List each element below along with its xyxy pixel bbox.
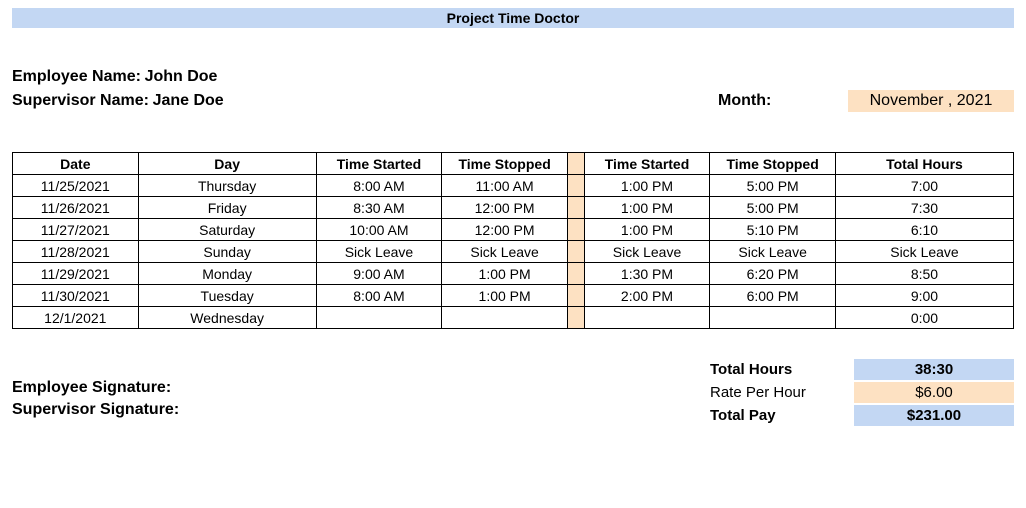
cell-date: 11/29/2021 [13,263,139,285]
cell-day: Tuesday [138,285,316,307]
col-day: Day [138,153,316,175]
table-row: 12/1/2021Wednesday 0:00 [13,307,1014,329]
cell-stop1: 12:00 PM [442,197,568,219]
row-spacer [567,263,584,285]
cell-start1: 10:00 AM [316,219,442,241]
table-header-row: Date Day Time Started Time Stopped Time … [13,153,1014,175]
row-spacer [567,197,584,219]
cell-date: 11/28/2021 [13,241,139,263]
cell-start1: 8:30 AM [316,197,442,219]
employee-name-label: Employee Name: [12,68,141,86]
table-row: 11/28/2021SundaySick LeaveSick LeaveSick… [13,241,1014,263]
cell-day: Monday [138,263,316,285]
cell-stop2: 5:00 PM [710,175,836,197]
cell-start1: 8:00 AM [316,175,442,197]
cell-date: 11/27/2021 [13,219,139,241]
row-spacer [567,241,584,263]
cell-start2: 1:00 PM [584,175,710,197]
cell-total: 0:00 [835,307,1013,329]
cell-start1: Sick Leave [316,241,442,263]
cell-start1: 9:00 AM [316,263,442,285]
month-label: Month: [718,92,838,110]
cell-total: 7:00 [835,175,1013,197]
table-row: 11/29/2021Monday9:00 AM1:00 PM 1:30 PM6:2… [13,263,1014,285]
cell-date: 11/30/2021 [13,285,139,307]
row-spacer [567,219,584,241]
cell-stop1: 11:00 AM [442,175,568,197]
cell-stop2: 6:20 PM [710,263,836,285]
cell-start2: 1:30 PM [584,263,710,285]
cell-date: 11/25/2021 [13,175,139,197]
row-spacer [567,285,584,307]
table-row: 11/30/2021Tuesday8:00 AM1:00 PM 2:00 PM6:… [13,285,1014,307]
timesheet-document: Project Time Doctor Employee Name: John … [0,0,1026,446]
cell-start2 [584,307,710,329]
col-time-stopped-2: Time Stopped [710,153,836,175]
cell-start1 [316,307,442,329]
cell-stop1: 12:00 PM [442,219,568,241]
supervisor-name-value: Jane Doe [153,92,224,110]
supervisor-name-label: Supervisor Name: [12,92,149,110]
cell-start1: 8:00 AM [316,285,442,307]
cell-total: Sick Leave [835,241,1013,263]
total-hours-label: Total Hours [704,359,854,380]
col-total-hours: Total Hours [835,153,1013,175]
row-spacer [567,175,584,197]
cell-date: 11/26/2021 [13,197,139,219]
table-row: 11/26/2021Friday8:30 AM12:00 PM 1:00 PM5:… [13,197,1014,219]
cell-stop1: 1:00 PM [442,263,568,285]
cell-total: 7:30 [835,197,1013,219]
rate-per-hour-value: $6.00 [854,382,1014,403]
total-pay-value: $231.00 [854,405,1014,426]
cell-stop2: 6:00 PM [710,285,836,307]
info-block: Employee Name: John Doe Supervisor Name:… [12,68,1014,112]
col-time-stopped-1: Time Stopped [442,153,568,175]
rate-per-hour-label: Rate Per Hour [704,382,854,403]
cell-start2: Sick Leave [584,241,710,263]
col-time-started-2: Time Started [584,153,710,175]
timesheet-table: Date Day Time Started Time Stopped Time … [12,152,1014,329]
total-pay-label: Total Pay [704,405,854,426]
row-spacer [567,307,584,329]
cell-start2: 2:00 PM [584,285,710,307]
col-date: Date [13,153,139,175]
employee-name-value: John Doe [145,68,218,86]
cell-total: 8:50 [835,263,1013,285]
total-hours-value: 38:30 [854,359,1014,380]
table-row: 11/27/2021Saturday10:00 AM12:00 PM 1:00 P… [13,219,1014,241]
cell-day: Friday [138,197,316,219]
cell-stop1 [442,307,568,329]
table-row: 11/25/2021Thursday8:00 AM11:00 AM 1:00 PM… [13,175,1014,197]
cell-date: 12/1/2021 [13,307,139,329]
cell-total: 6:10 [835,219,1013,241]
totals-block: Total Hours 38:30 Rate Per Hour $6.00 To… [704,359,1014,426]
cell-stop2 [710,307,836,329]
cell-day: Saturday [138,219,316,241]
employee-signature-label: Employee Signature: [12,379,179,397]
cell-stop1: 1:00 PM [442,285,568,307]
cell-total: 9:00 [835,285,1013,307]
col-spacer [567,153,584,175]
supervisor-signature-label: Supervisor Signature: [12,401,179,419]
cell-start2: 1:00 PM [584,219,710,241]
cell-start2: 1:00 PM [584,197,710,219]
cell-day: Wednesday [138,307,316,329]
page-title: Project Time Doctor [12,8,1014,28]
cell-day: Thursday [138,175,316,197]
bottom-section: Employee Signature: Supervisor Signature… [12,359,1014,426]
cell-stop1: Sick Leave [442,241,568,263]
cell-stop2: 5:10 PM [710,219,836,241]
cell-stop2: Sick Leave [710,241,836,263]
signatures-block: Employee Signature: Supervisor Signature… [12,359,179,423]
col-time-started-1: Time Started [316,153,442,175]
cell-day: Sunday [138,241,316,263]
month-value: November , 2021 [848,90,1014,112]
cell-stop2: 5:00 PM [710,197,836,219]
